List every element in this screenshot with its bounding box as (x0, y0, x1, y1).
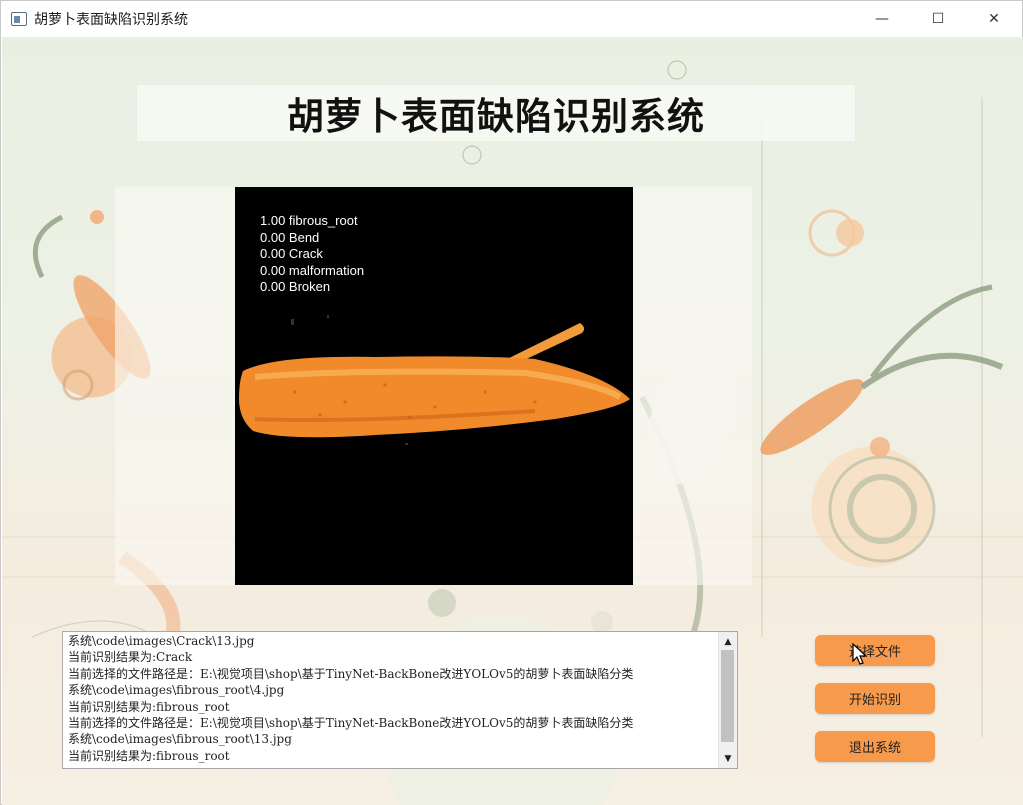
client-area: 胡萝卜表面缺陷识别系统 1.00 fibrous_root 0.00 Bend … (2, 37, 1023, 805)
score-broken: 0.00 Broken (260, 279, 331, 294)
title-bar[interactable]: 胡萝卜表面缺陷识别系统 — ☐ ✕ (1, 1, 1022, 37)
log-lines: 系统\code\images\Crack\13.jpg 当前识别结果为:Crac… (68, 633, 718, 764)
detection-image-view: 1.00 fibrous_root 0.00 Bend 0.00 Crack 0… (235, 187, 633, 585)
log-line: 系统\code\images\Crack\13.jpg (68, 634, 255, 648)
window-title: 胡萝卜表面缺陷识别系统 (34, 12, 188, 28)
log-line: 系统\code\images\fibrous_root\13.jpg (68, 732, 292, 747)
scroll-down-arrow-icon[interactable]: ▼ (719, 750, 737, 767)
score-malformation: 0.00 malformation (260, 262, 365, 278)
maximize-button[interactable]: ☐ (910, 1, 966, 37)
scroll-up-arrow-icon[interactable]: ▲ (719, 633, 737, 650)
log-scrollbar[interactable]: ▲ ▼ (718, 632, 737, 768)
page-title: 胡萝卜表面缺陷识别系统 (287, 95, 705, 138)
score-crack: 0.00 Crack (260, 246, 323, 261)
log-line: 当前识别结果为:fibrous_root (68, 748, 230, 763)
log-line: 当前选择的文件路径是：E:\视觉项目\shop\基于TinyNet-BackBo… (68, 716, 634, 731)
select-file-button[interactable]: 选择文件 (815, 635, 935, 666)
scroll-thumb[interactable] (721, 650, 734, 742)
window-controls: — ☐ ✕ (854, 1, 1022, 37)
close-button[interactable]: ✕ (966, 1, 1022, 37)
title-banner: 胡萝卜表面缺陷识别系统 (137, 85, 855, 141)
score-bend: 0.00 Bend (260, 229, 320, 245)
detection-scores: 1.00 fibrous_root 0.00 Bend 0.00 Crack 0… (260, 213, 364, 296)
log-line: 系统\code\images\fibrous_root\4.jpg (68, 683, 285, 698)
log-line: 当前识别结果为:Crack (68, 650, 193, 665)
start-detection-button[interactable]: 开始识别 (815, 683, 935, 714)
app-window-icon (11, 12, 27, 26)
log-textbox[interactable]: 系统\code\images\Crack\13.jpg 当前识别结果为:Crac… (62, 631, 738, 769)
log-line: 当前识别结果为:fibrous_root (68, 699, 230, 714)
minimize-button[interactable]: — (854, 1, 910, 37)
score-fibrous-root: 1.00 fibrous_root (260, 213, 358, 228)
log-line: 当前选择的文件路径是：E:\视觉项目\shop\基于TinyNet-BackBo… (68, 666, 634, 681)
exit-system-button[interactable]: 退出系统 (815, 731, 935, 762)
mouse-cursor-icon (852, 643, 868, 665)
app-window: 胡萝卜表面缺陷识别系统 — ☐ ✕ 胡萝卜表面缺陷识别系统 1.00 fibro… (0, 0, 1023, 805)
